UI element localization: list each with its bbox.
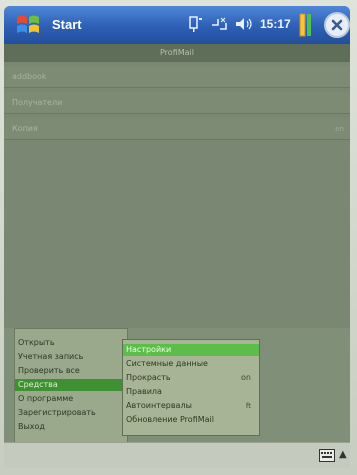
submenu-item-autointervals[interactable]: Автоинтервалы ft: [123, 400, 259, 412]
field-label: addbook: [12, 72, 47, 81]
submenu-extra: ft: [245, 402, 251, 410]
submenu-item-update[interactable]: Обновление ProfiMail: [123, 414, 259, 426]
battery-icon[interactable]: [298, 11, 320, 39]
submenu-label: Обновление ProfiMail: [126, 415, 214, 424]
menu-item-account[interactable]: Учетная запись: [15, 351, 127, 363]
app-title: ProfiMail: [4, 44, 350, 62]
menu-item-check-all[interactable]: Проверить все: [15, 365, 127, 377]
keyboard-icon[interactable]: [319, 449, 335, 462]
submenu-label: Прокрасть: [126, 373, 171, 382]
menu-item-exit[interactable]: Выход: [15, 421, 127, 433]
clock[interactable]: 15:17: [260, 17, 291, 31]
device-frame: Start 15:17 ProfiMail addbook Получатели…: [0, 0, 357, 475]
submenu-extra: on: [241, 373, 251, 382]
submenu-item-settings[interactable]: Настройки: [123, 344, 259, 356]
submenu-item-prokrast[interactable]: Прокрасть on: [123, 372, 259, 384]
menu-item-open[interactable]: Открыть: [15, 337, 127, 349]
message-form: addbook Получатели Копия en: [4, 62, 350, 328]
volume-icon[interactable]: [234, 15, 254, 33]
system-tray: 15:17: [4, 6, 350, 44]
title-bar: Start 15:17: [4, 6, 350, 44]
signal-icon[interactable]: [210, 15, 228, 33]
tools-submenu: Настройки Системные данные Прокрасть on …: [122, 339, 260, 436]
main-menu: Открыть Учетная запись Проверить все Сре…: [14, 328, 128, 444]
menu-item-tools[interactable]: Средства: [15, 379, 127, 391]
submenu-item-system-data[interactable]: Системные данные: [123, 358, 259, 370]
input-selector-arrow-icon[interactable]: ▲: [339, 449, 347, 460]
submenu-label: Системные данные: [126, 359, 208, 368]
connectivity-icon[interactable]: [188, 15, 204, 33]
submenu-label: Настройки: [126, 345, 172, 354]
close-button[interactable]: [324, 12, 350, 38]
field-label: Копия: [12, 124, 38, 133]
softkey-bar: ▲: [4, 442, 350, 468]
field-label: Получатели: [12, 98, 63, 107]
field-recipients[interactable]: Получатели: [4, 92, 350, 114]
menu-item-about[interactable]: О программе: [15, 393, 127, 405]
submenu-item-rules[interactable]: Правила: [123, 386, 259, 398]
menu-item-register[interactable]: Зарегистрировать: [15, 407, 127, 419]
submenu-label: Правила: [126, 387, 162, 396]
field-value: en: [335, 125, 344, 133]
close-icon: [331, 19, 343, 31]
field-copy[interactable]: Копия en: [4, 118, 350, 140]
submenu-label: Автоинтервалы: [126, 401, 192, 410]
screen: Start 15:17 ProfiMail addbook Получатели…: [4, 6, 350, 468]
field-addbook[interactable]: addbook: [4, 66, 350, 88]
